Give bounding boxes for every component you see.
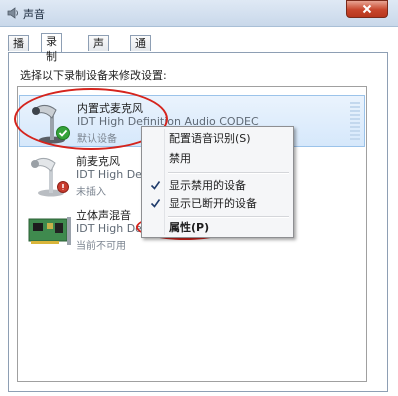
device-name: 前麦克风 — [76, 155, 120, 168]
menu-item-show-disabled[interactable]: 显示禁用的设备 — [144, 176, 291, 196]
sound-card-icon — [28, 217, 71, 245]
menu-item-label: 显示禁用的设备 — [169, 179, 246, 192]
menu-item-label: 属性(P) — [169, 221, 210, 234]
tab-recording[interactable]: 录制 — [41, 33, 62, 63]
tab-playback[interactable]: 播放 — [8, 35, 29, 65]
menu-item-label: 配置语音识别(S) — [169, 132, 251, 145]
device-driver: IDT High Def — [76, 222, 146, 235]
window-title: 声音 — [23, 8, 45, 21]
device-driver: IDT High Def — [76, 168, 146, 181]
device-status: 当前不可用 — [76, 241, 126, 252]
instruction-text: 选择以下录制设备来修改设置: — [20, 69, 167, 82]
menu-item-disable[interactable]: 禁用 — [144, 149, 291, 169]
menu-item-label: 禁用 — [169, 152, 191, 165]
device-name: 内置式麦克风 — [77, 102, 143, 115]
unplugged-badge — [57, 181, 69, 193]
device-status: 未插入 — [76, 187, 106, 198]
tab-communications[interactable]: 通信 — [130, 35, 151, 65]
device-status: 默认设备 — [77, 134, 117, 145]
menu-item-show-disconnected[interactable]: 显示已断开的设备 — [144, 194, 291, 214]
close-button[interactable] — [346, 0, 388, 18]
microphone-icon — [32, 104, 65, 144]
speaker-icon — [7, 7, 18, 19]
menu-item-configure-speech[interactable]: 配置语音识别(S) — [144, 129, 291, 149]
tab-sounds[interactable]: 声音 — [88, 35, 109, 65]
device-name: 立体声混音 — [76, 209, 131, 222]
close-icon — [362, 4, 372, 14]
title-bar: 声音 — [0, 0, 398, 27]
level-meter — [350, 102, 360, 140]
checkmark-icon — [150, 199, 161, 208]
menu-item-properties[interactable]: 属性(P) — [144, 218, 291, 238]
default-check-badge — [56, 126, 70, 140]
microphone-icon — [31, 157, 64, 197]
menu-item-label: 显示已断开的设备 — [169, 197, 257, 210]
checkmark-icon — [150, 181, 161, 190]
menu-separator — [168, 172, 289, 174]
context-menu: 配置语音识别(S) 禁用 显示禁用的设备 显示已断开的设备 属性(P) — [141, 126, 294, 238]
